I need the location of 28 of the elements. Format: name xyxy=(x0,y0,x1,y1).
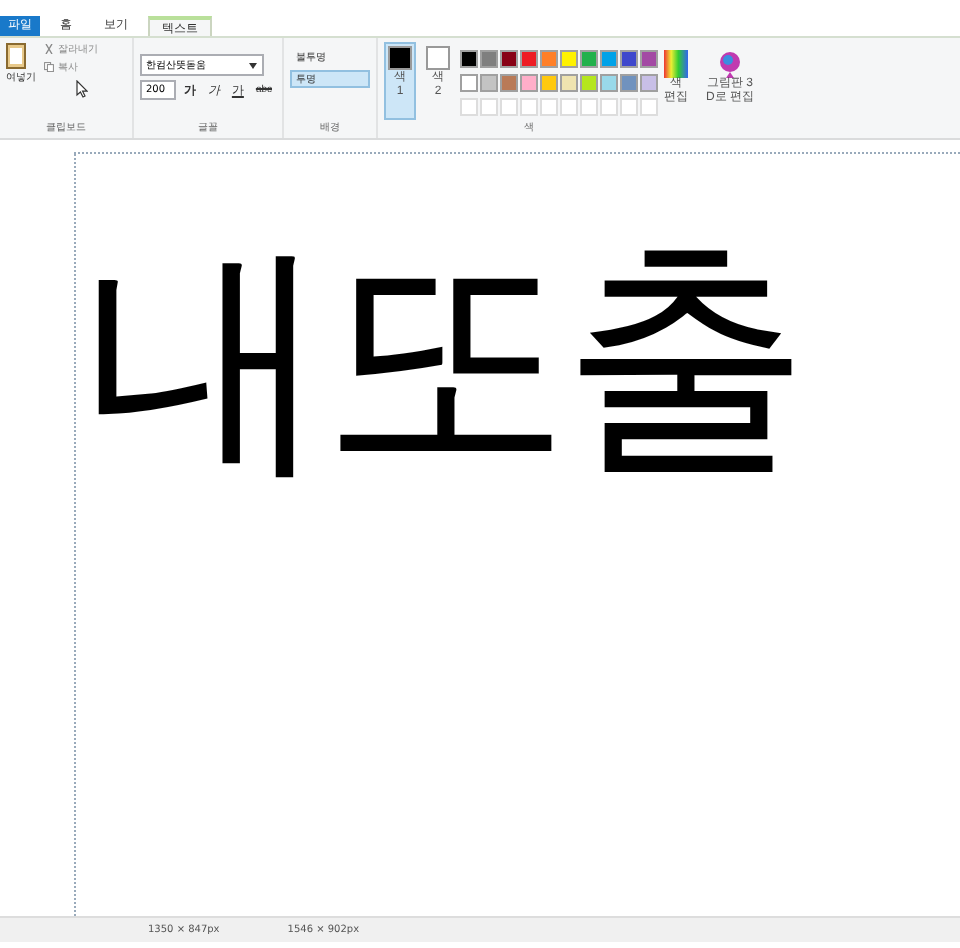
color-swatch[interactable] xyxy=(560,50,578,68)
rainbow-icon xyxy=(664,50,688,78)
color-swatch[interactable] xyxy=(460,50,478,68)
color-swatch[interactable] xyxy=(480,50,498,68)
color-swatch[interactable] xyxy=(580,74,598,92)
color-swatch[interactable] xyxy=(560,74,578,92)
color-swatch[interactable] xyxy=(540,50,558,68)
color-swatch[interactable] xyxy=(540,74,558,92)
color-swatch[interactable] xyxy=(500,74,518,92)
color-swatch[interactable] xyxy=(620,74,638,92)
color-swatch[interactable] xyxy=(620,50,638,68)
color-swatch[interactable] xyxy=(580,50,598,68)
color-swatch[interactable] xyxy=(500,50,518,68)
caret-icon xyxy=(248,61,258,69)
color-swatch[interactable] xyxy=(600,50,618,68)
color-swatch[interactable] xyxy=(480,74,498,92)
canvas-text: 내또출 xyxy=(82,234,802,482)
cursor-icon xyxy=(76,80,88,98)
color-swatch[interactable] xyxy=(640,74,658,92)
clipboard-icon xyxy=(6,42,26,70)
color-swatch[interactable] xyxy=(520,74,538,92)
color-swatch[interactable] xyxy=(600,74,618,92)
copy-icon xyxy=(44,62,54,72)
color-swatch[interactable] xyxy=(520,50,538,68)
scissors-icon xyxy=(44,44,54,54)
droplet-icon xyxy=(718,50,742,78)
color-swatch[interactable] xyxy=(640,50,658,68)
color-swatch[interactable] xyxy=(460,74,478,92)
